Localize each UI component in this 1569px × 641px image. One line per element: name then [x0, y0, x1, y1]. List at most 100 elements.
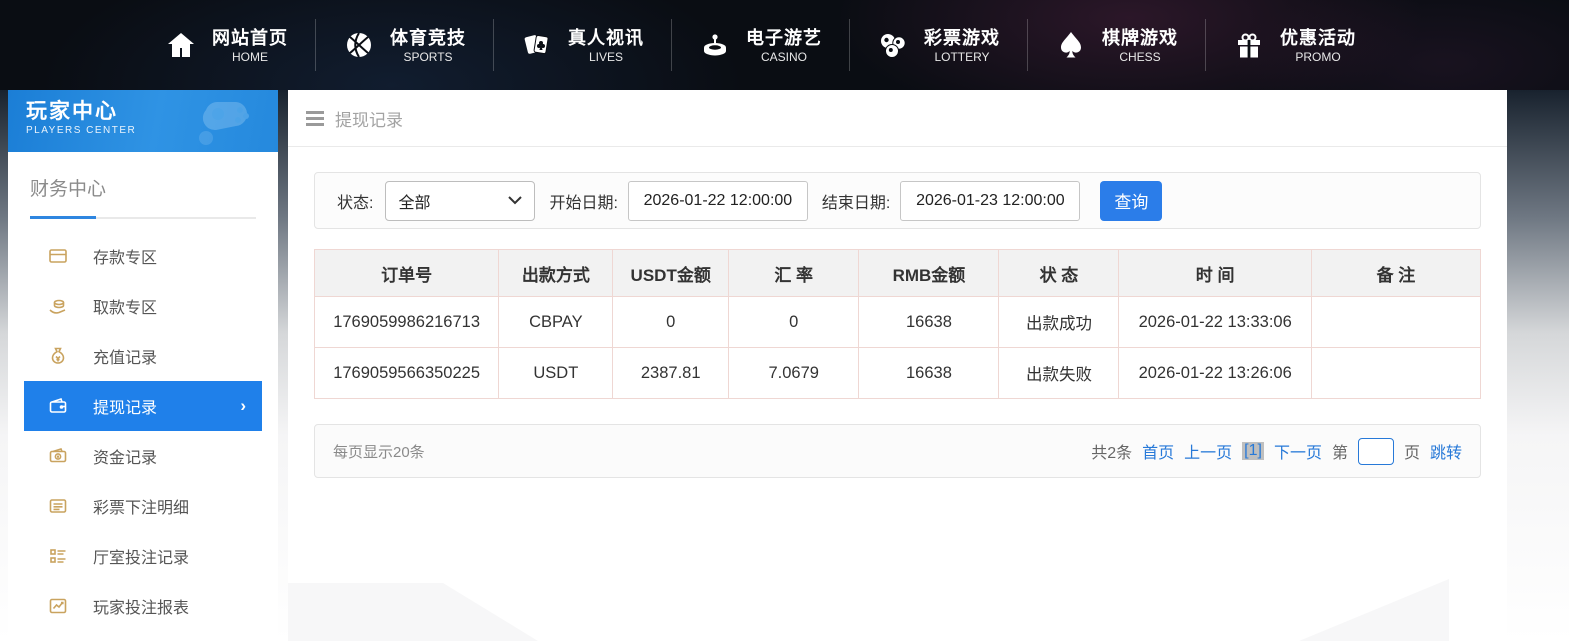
- sidebar-item-withdrawal-records[interactable]: 提现记录 ›: [24, 381, 262, 431]
- query-button[interactable]: 查询: [1100, 181, 1162, 221]
- cell-time: 2026-01-22 13:26:06: [1119, 348, 1311, 399]
- nav-item-lottery[interactable]: 彩票游戏LOTTERY: [849, 19, 1027, 71]
- pagination-controls: 共2条 首页 上一页 [1] 下一页 第 页 跳转: [1091, 438, 1462, 465]
- jump-button[interactable]: 跳转: [1430, 439, 1462, 463]
- nav-label-zh: 优惠活动: [1280, 26, 1356, 50]
- status-select[interactable]: 全部: [385, 181, 535, 221]
- cell-payout-method: CBPAY: [499, 297, 613, 348]
- table-row: 1769059986216713 CBPAY 0 0 16638 出款成功 20…: [315, 297, 1481, 348]
- col-header-status: 状 态: [999, 250, 1119, 297]
- col-header-usdt-amount: USDT金额: [613, 250, 728, 297]
- col-header-time: 时 间: [1119, 250, 1311, 297]
- nav-label-zh: 网站首页: [212, 26, 288, 50]
- current-page-indicator: [1]: [1242, 442, 1264, 460]
- main-panel: 提现记录 状态: 全部 开始日期: 结束日期: 查询 订单号: [288, 90, 1507, 641]
- breadcrumb: 提现记录: [288, 90, 1507, 147]
- nav-item-promo[interactable]: 优惠活动PROMO: [1205, 19, 1383, 71]
- lottery-balls-icon: [877, 29, 909, 61]
- nav-label-en: SPORTS: [403, 50, 452, 65]
- sidebar-item-recharge-records[interactable]: 充值记录: [24, 331, 262, 381]
- jump-suffix: 页: [1404, 439, 1420, 463]
- total-count: 共2条: [1091, 439, 1132, 463]
- sidebar-item-label: 充值记录: [93, 344, 157, 368]
- sidebar-item-label: 玩家投注报表: [93, 594, 189, 618]
- cell-remark: [1311, 297, 1480, 348]
- gift-icon: [1233, 29, 1265, 61]
- gamepad-icon: [192, 96, 264, 146]
- col-header-remark: 备 注: [1311, 250, 1480, 297]
- jump-prefix: 第: [1332, 439, 1348, 463]
- cell-rate: 0: [728, 297, 859, 348]
- col-header-rmb-amount: RMB金额: [859, 250, 999, 297]
- cell-remark: [1311, 348, 1480, 399]
- nav-item-home[interactable]: 网站首页HOME: [138, 19, 315, 71]
- nav-item-chess[interactable]: 棋牌游戏CHESS: [1027, 19, 1205, 71]
- sports-icon: [343, 29, 375, 61]
- nav-label-zh: 真人视讯: [568, 26, 644, 50]
- prev-page-link[interactable]: 上一页: [1184, 439, 1232, 463]
- menu-toggle-icon[interactable]: [306, 111, 324, 126]
- content-area: 状态: 全部 开始日期: 结束日期: 查询 订单号 出款方式 USDT金额: [288, 147, 1507, 478]
- col-header-rate: 汇 率: [728, 250, 859, 297]
- next-page-link[interactable]: 下一页: [1274, 439, 1322, 463]
- sidebar-item-label: 存款专区: [93, 244, 157, 268]
- sidebar-item-withdraw-zone[interactable]: 取款专区: [24, 281, 262, 331]
- first-page-link[interactable]: 首页: [1142, 439, 1174, 463]
- nav-label-zh: 电子游艺: [746, 26, 822, 50]
- sidebar-item-label: 彩票下注明细: [93, 494, 189, 518]
- hand-money-icon: [48, 296, 68, 316]
- sidebar-item-lottery-bet-details[interactable]: 彩票下注明细: [24, 481, 262, 531]
- cell-status: 出款成功: [999, 297, 1119, 348]
- cell-usdt-amount: 0: [613, 297, 728, 348]
- table-header-row: 订单号 出款方式 USDT金额 汇 率 RMB金额 状 态 时 间 备 注: [315, 250, 1481, 297]
- finance-center-section: 财务中心: [8, 152, 278, 201]
- start-date-input[interactable]: [628, 181, 808, 221]
- sidebar-item-deposit-zone[interactable]: 存款专区: [24, 231, 262, 281]
- deposit-icon: [48, 246, 68, 266]
- filter-bar: 状态: 全部 开始日期: 结束日期: 查询: [314, 172, 1481, 229]
- sidebar-item-funds-records[interactable]: 资金记录: [24, 431, 262, 481]
- cell-rmb-amount: 16638: [859, 348, 999, 399]
- nav-item-casino[interactable]: 电子游艺CASINO: [671, 19, 849, 71]
- nav-label-en: CHESS: [1119, 50, 1160, 65]
- table-row: 1769059566350225 USDT 2387.81 7.0679 166…: [315, 348, 1481, 399]
- report-chart-icon: [48, 596, 68, 616]
- page-jump-input[interactable]: [1358, 438, 1394, 465]
- pagination-bar: 每页显示20条 共2条 首页 上一页 [1] 下一页 第 页 跳转: [314, 424, 1481, 478]
- sidebar-item-label: 提现记录: [93, 394, 157, 418]
- funds-icon: [48, 446, 68, 466]
- col-header-payout-method: 出款方式: [499, 250, 613, 297]
- sidebar-item-player-bet-report[interactable]: 玩家投注报表: [24, 581, 262, 631]
- status-label: 状态:: [337, 189, 373, 213]
- nav-label-zh: 彩票游戏: [924, 26, 1000, 50]
- top-navigation: 网站首页HOME 体育竞技SPORTS 真人视讯LIVES 电子游艺CASINO…: [0, 0, 1569, 90]
- checklist-icon: [48, 546, 68, 566]
- cell-usdt-amount: 2387.81: [613, 348, 728, 399]
- nav-item-lives[interactable]: 真人视讯LIVES: [493, 19, 671, 71]
- list-lines-icon: [48, 496, 68, 516]
- nav-label-en: CASINO: [761, 50, 807, 65]
- home-icon: [165, 29, 197, 61]
- page-title: 提现记录: [335, 106, 403, 131]
- nav-item-sports[interactable]: 体育竞技SPORTS: [315, 19, 493, 71]
- start-date-label: 开始日期:: [549, 189, 617, 213]
- withdrawal-records-table: 订单号 出款方式 USDT金额 汇 率 RMB金额 状 态 时 间 备 注 17…: [314, 249, 1481, 399]
- sidebar-item-hall-bet-records[interactable]: 厅室投注记录: [24, 531, 262, 581]
- cards-icon: [521, 29, 553, 61]
- sidebar-item-label: 取款专区: [93, 294, 157, 318]
- end-date-input[interactable]: [900, 181, 1080, 221]
- nav-label-en: HOME: [232, 50, 268, 65]
- sidebar-header: 玩家中心 PLAYERS CENTER: [8, 90, 278, 152]
- cell-rmb-amount: 16638: [859, 297, 999, 348]
- wallet-icon: [48, 396, 68, 416]
- sidebar-menu: 存款专区 取款专区 充值记录 提现记录 › 资金记录 彩票下注明细 厅室投注记录: [8, 231, 278, 631]
- nav-label-en: PROMO: [1295, 50, 1340, 65]
- section-divider: [30, 217, 256, 219]
- chevron-right-icon: ›: [240, 396, 246, 416]
- nav-label-en: LIVES: [589, 50, 623, 65]
- sidebar: 玩家中心 PLAYERS CENTER 财务中心 存款专区 取款专区 充值记录 …: [8, 90, 278, 641]
- sidebar-item-label: 资金记录: [93, 444, 157, 468]
- col-header-order-no: 订单号: [315, 250, 499, 297]
- cell-time: 2026-01-22 13:33:06: [1119, 297, 1311, 348]
- end-date-label: 结束日期:: [822, 189, 890, 213]
